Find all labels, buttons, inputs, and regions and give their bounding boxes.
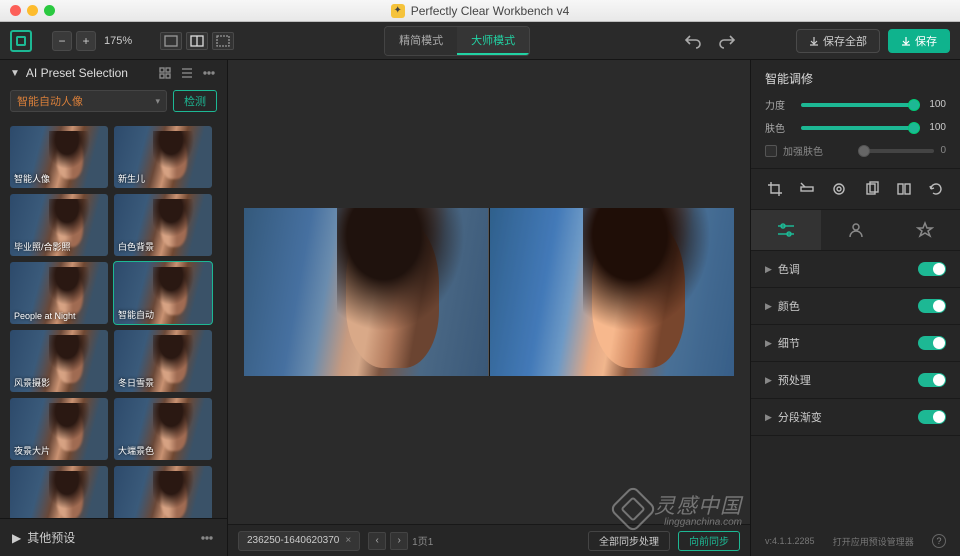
window-title: Perfectly Clear Workbench v4 [411, 4, 570, 18]
preset-label: 冬日雪景 [118, 376, 154, 389]
accordion-header[interactable]: ▶色调 [751, 251, 960, 287]
chevron-down-icon: ▼ [10, 68, 20, 79]
close-file-icon[interactable]: × [345, 535, 351, 546]
version-text: v:4.1.1.2285 [765, 536, 815, 546]
slider-label: 力度 [765, 97, 793, 112]
app-icon: ✦ [391, 4, 405, 18]
prev-page-button[interactable]: ‹ [368, 532, 386, 550]
view-single-button[interactable] [160, 32, 182, 50]
center-canvas: 236250-1640620370× ‹ › 1页1 全部同步处理 向前同步 灵… [228, 60, 750, 556]
preset-thumbnail[interactable]: 风景摄影 [10, 330, 108, 392]
preset-label: People at Night [14, 311, 76, 321]
section-toggle[interactable] [918, 336, 946, 350]
enhance-skin-checkbox[interactable] [765, 145, 777, 157]
view-crop-button[interactable] [212, 32, 234, 50]
preset-thumbnail[interactable]: 智能人像 [10, 126, 108, 188]
portrait-tab[interactable] [821, 210, 891, 250]
preset-label: 风景摄影 [14, 376, 50, 389]
mode-simple-tab[interactable]: 精简模式 [385, 27, 457, 55]
section-toggle[interactable] [918, 373, 946, 387]
top-toolbar: − + 175% 精简模式 大师模式 保存全部 保存 [0, 22, 960, 60]
preset-category-dropdown[interactable]: 智能自动人像▾ [10, 90, 167, 112]
straighten-tool-icon[interactable] [797, 179, 817, 199]
preset-thumbnail[interactable] [114, 466, 212, 518]
view-split-button[interactable] [186, 32, 208, 50]
preset-thumbnail[interactable] [10, 466, 108, 518]
enhance-skin-slider[interactable] [864, 149, 934, 153]
preset-label: 夜景大片 [14, 444, 50, 457]
undo-button[interactable] [680, 30, 706, 52]
rotate-icon[interactable] [926, 179, 946, 199]
copy-icon[interactable] [862, 179, 882, 199]
effects-tab[interactable] [890, 210, 960, 250]
strength-slider[interactable] [801, 103, 914, 107]
skin-slider[interactable] [801, 126, 914, 130]
slider-label: 肤色 [765, 120, 793, 135]
mode-tabs: 精简模式 大师模式 [384, 26, 530, 56]
preset-label: 大端景色 [118, 444, 154, 457]
adjust-tab[interactable] [751, 210, 821, 250]
accordion-header[interactable]: ▶预处理 [751, 362, 960, 398]
preset-thumbnail[interactable]: 新生儿 [114, 126, 212, 188]
app-logo-icon [10, 30, 32, 52]
presets-grid: 智能人像 新生儿毕业照/合影照 白色背景 People at Night 智能自动风景摄… [0, 120, 227, 518]
mirror-icon[interactable] [894, 179, 914, 199]
right-panel: 智能调修 力度 100 肤色 100 加强肤色 0 [750, 60, 960, 556]
eye-tool-icon[interactable] [829, 179, 849, 199]
accordion-header[interactable]: ▶颜色 [751, 288, 960, 324]
panel-title: AI Preset Selection [26, 66, 151, 80]
preset-thumbnail[interactable]: 白色背景 [114, 194, 212, 256]
accordion-header[interactable]: ▶分段渐变 [751, 399, 960, 435]
preset-label: 智能人像 [14, 172, 50, 185]
more-icon[interactable] [201, 66, 217, 80]
preset-label: 新生儿 [118, 172, 145, 185]
preset-thumbnail[interactable]: 毕业照/合影照 [10, 194, 108, 256]
detect-button[interactable]: 检测 [173, 90, 217, 112]
sync-forward-button[interactable]: 向前同步 [678, 531, 740, 551]
save-button[interactable]: 保存 [888, 29, 950, 53]
more-icon[interactable] [199, 531, 215, 545]
preview-image[interactable] [244, 208, 734, 376]
left-panel: ▼ AI Preset Selection 智能自动人像▾ 检测 智能人像 新生儿… [0, 60, 228, 556]
section-toggle[interactable] [918, 299, 946, 313]
help-icon[interactable]: ? [932, 534, 946, 548]
accordion-header[interactable]: ▶细节 [751, 325, 960, 361]
section-title: 智能调修 [765, 70, 946, 87]
preset-manager-link[interactable]: 打开应用预设管理器 [833, 535, 914, 548]
process-all-button[interactable]: 全部同步处理 [588, 531, 670, 551]
crop-tool-icon[interactable] [765, 179, 785, 199]
zoom-plus-button[interactable]: + [76, 31, 96, 51]
save-all-button[interactable]: 保存全部 [796, 29, 880, 53]
preset-thumbnail[interactable]: 大端景色 [114, 398, 212, 460]
page-indicator: 1页1 [412, 533, 433, 548]
bottom-bar: 236250-1640620370× ‹ › 1页1 全部同步处理 向前同步 [228, 524, 750, 556]
section-toggle[interactable] [918, 410, 946, 424]
mac-titlebar: ✦ Perfectly Clear Workbench v4 [0, 0, 960, 22]
preset-thumbnail[interactable]: 夜景大片 [10, 398, 108, 460]
zoom-minus-button[interactable]: − [52, 31, 72, 51]
preset-thumbnail[interactable]: 智能自动 [114, 262, 212, 324]
preset-thumbnail[interactable]: People at Night [10, 262, 108, 324]
preset-thumbnail[interactable]: 冬日雪景 [114, 330, 212, 392]
preset-label: 白色背景 [118, 240, 154, 253]
next-page-button[interactable]: › [390, 532, 408, 550]
zoom-value: 175% [104, 35, 132, 47]
preset-label: 毕业照/合影照 [14, 240, 71, 253]
redo-button[interactable] [714, 30, 740, 52]
preset-label: 智能自动 [118, 308, 154, 321]
grid-view-icon[interactable] [157, 66, 173, 80]
other-presets-header[interactable]: ▶其他预设 [0, 518, 227, 556]
section-toggle[interactable] [918, 262, 946, 276]
file-badge[interactable]: 236250-1640620370× [238, 531, 360, 551]
list-view-icon[interactable] [179, 66, 195, 80]
mode-master-tab[interactable]: 大师模式 [457, 27, 529, 55]
